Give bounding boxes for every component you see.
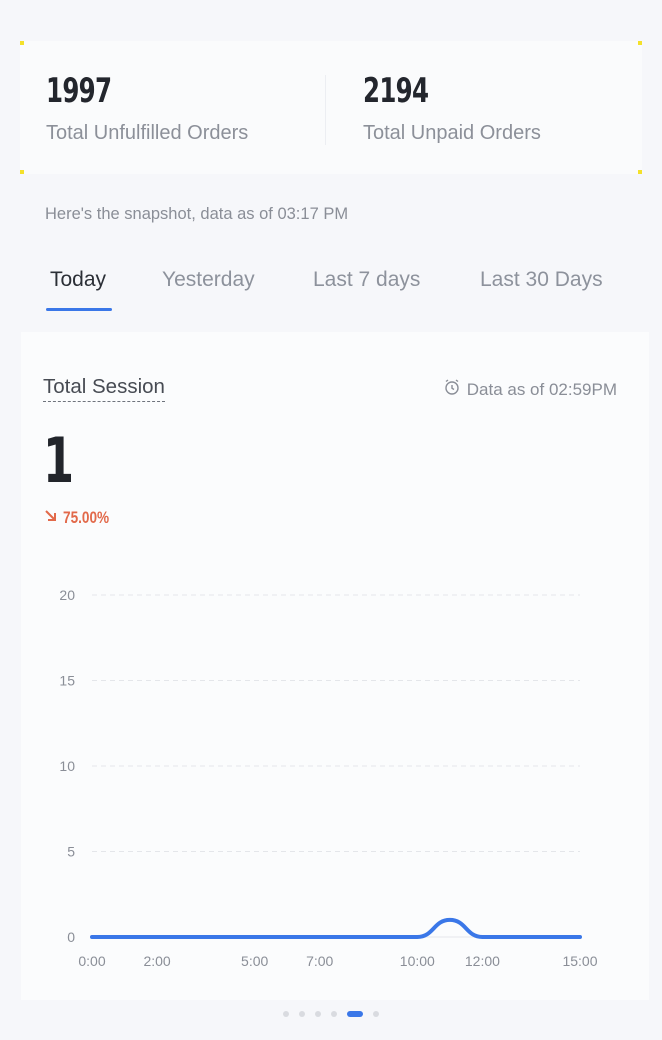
x-tick-label: 15:00: [562, 953, 597, 969]
x-tick-label: 12:00: [465, 953, 500, 969]
y-tick-label: 20: [59, 587, 75, 603]
session-line-chart: 0 5 10 15 20 0:00 2:00 5:00 7:00 10:00 12:00 15:00: [59, 587, 597, 969]
x-tick-label: 7:00: [306, 953, 333, 969]
pagination-dot[interactable]: [299, 1011, 305, 1017]
pagination-dot[interactable]: [347, 1011, 363, 1017]
pagination-dots: [0, 1008, 662, 1020]
x-tick-label: 10:00: [400, 953, 435, 969]
x-tick-label: 2:00: [143, 953, 170, 969]
y-tick-label: 10: [59, 758, 75, 774]
y-tick-label: 5: [67, 844, 75, 860]
y-tick-label: 15: [59, 673, 75, 689]
pagination-dot[interactable]: [331, 1011, 337, 1017]
y-tick-label: 0: [67, 929, 75, 945]
pagination-dot[interactable]: [315, 1011, 321, 1017]
x-tick-label: 5:00: [241, 953, 268, 969]
pagination-dot[interactable]: [373, 1011, 379, 1017]
pagination-dot[interactable]: [283, 1011, 289, 1017]
session-series-line: [90, 917, 582, 939]
x-tick-label: 0:00: [78, 953, 105, 969]
